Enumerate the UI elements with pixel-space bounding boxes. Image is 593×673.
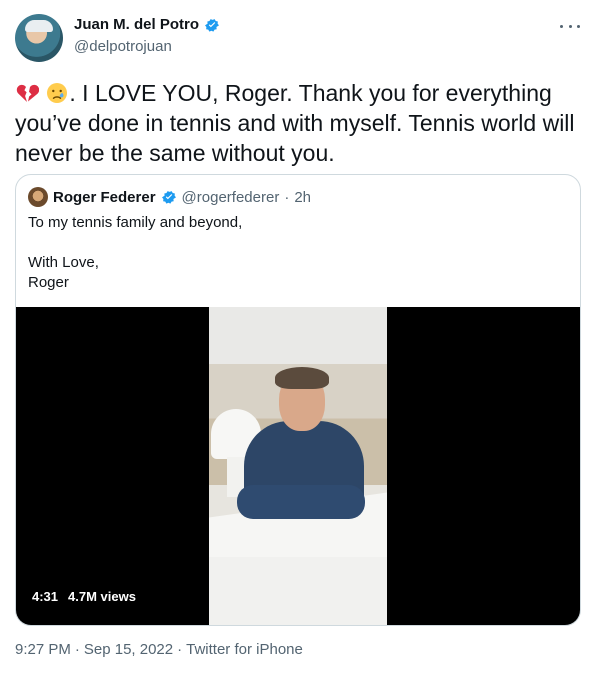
video-info: 4:31 4.7M views bbox=[32, 589, 136, 604]
verified-badge-icon bbox=[205, 18, 220, 32]
tweet-footer: 9:27 PM · Sep 15, 2022 · Twitter for iPhon… bbox=[15, 641, 303, 658]
quoted-line: To my tennis family and beyond, bbox=[28, 214, 243, 231]
person-arms bbox=[237, 485, 365, 519]
video-thumbnail[interactable] bbox=[209, 307, 387, 625]
avatar-cap bbox=[25, 20, 53, 32]
tweet-date[interactable]: Sep 15, 2022 bbox=[84, 641, 173, 658]
quoted-author-avatar[interactable] bbox=[28, 187, 48, 207]
quoted-tweet-text: To my tennis family and beyond, With Lov… bbox=[28, 213, 242, 293]
quoted-tweet[interactable]: Roger Federer @rogerfederer · 2h To my t… bbox=[15, 174, 581, 626]
more-icon[interactable] bbox=[560, 18, 580, 34]
meta-separator: · bbox=[284, 188, 290, 206]
video-player[interactable]: 4:31 4.7M views bbox=[16, 307, 580, 625]
table bbox=[209, 557, 387, 625]
quoted-author-name[interactable]: Roger Federer bbox=[53, 189, 156, 206]
verified-badge-icon bbox=[161, 191, 176, 204]
tweet-time[interactable]: 9:27 PM bbox=[15, 641, 71, 658]
footer-separator: · bbox=[177, 641, 183, 658]
broken-heart-emoji bbox=[16, 84, 39, 102]
footer-separator: · bbox=[74, 641, 80, 658]
quoted-line: Roger bbox=[28, 274, 69, 291]
video-views: 4.7M views bbox=[68, 589, 136, 604]
tweet-header: Juan M. del Potro bbox=[74, 16, 220, 33]
quoted-tweet-header: Roger Federer @rogerfederer · 2h bbox=[28, 187, 311, 207]
quoted-time[interactable]: 2h bbox=[294, 189, 311, 206]
crying-face-emoji bbox=[47, 83, 68, 103]
quoted-line bbox=[28, 233, 242, 253]
tweet-text: . I LOVE YOU, Roger. Thank you for every… bbox=[15, 78, 580, 168]
author-name[interactable]: Juan M. del Potro bbox=[74, 16, 199, 33]
avatar[interactable] bbox=[15, 14, 63, 62]
tweet-body: . I LOVE YOU, Roger. Thank you for every… bbox=[15, 80, 575, 166]
tweet-source[interactable]: Twitter for iPhone bbox=[186, 641, 303, 658]
person-hair bbox=[275, 367, 329, 389]
author-handle[interactable]: @delpotrojuan bbox=[74, 38, 172, 55]
video-duration: 4:31 bbox=[32, 589, 59, 604]
quoted-line: With Love, bbox=[28, 254, 99, 271]
quoted-author-handle[interactable]: @rogerfederer bbox=[182, 189, 280, 206]
